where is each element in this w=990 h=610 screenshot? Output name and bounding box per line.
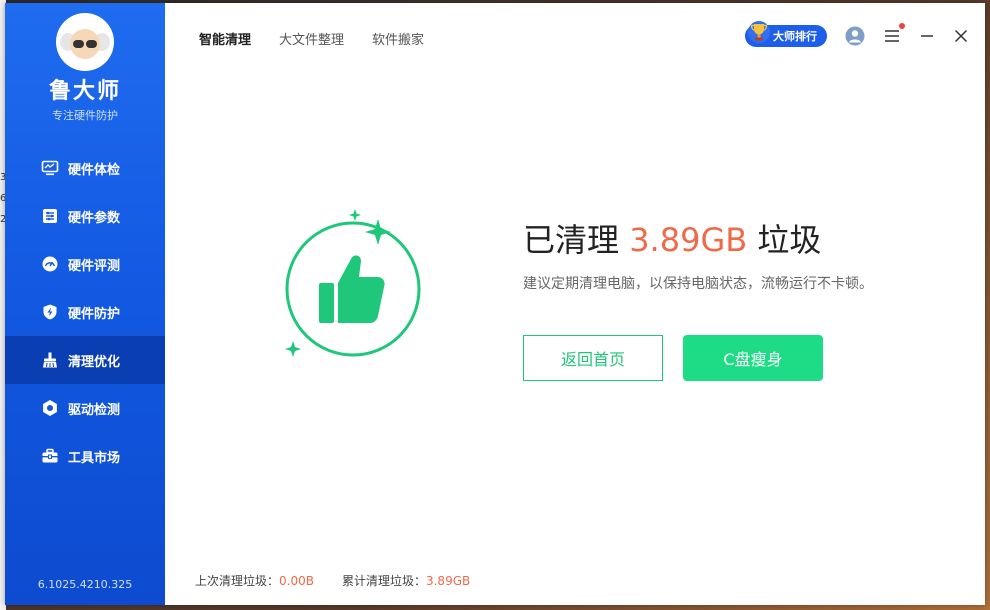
thumbs-up-icon: [285, 209, 421, 357]
result-title-suffix: 垃圾: [747, 221, 822, 259]
last-clean-stat: 上次清理垃圾：0.00B: [195, 572, 314, 589]
sidebar-item-hardware-params[interactable]: 硬件参数: [5, 192, 165, 240]
total-clean-label: 累计清理垃圾：: [341, 574, 426, 588]
result-title-prefix: 已清理: [523, 221, 630, 259]
sidebar-item-label: 硬件体检: [68, 162, 121, 178]
back-home-button[interactable]: 返回首页: [523, 335, 663, 381]
menu-icon[interactable]: [883, 23, 905, 45]
sidebar-nav: 硬件体检 硬件参数 硬件评测 硬件防护 清理优化 驱动检测 工具市场: [5, 144, 165, 480]
result-title: 已清理 3.89GB 垃圾: [523, 215, 873, 261]
sidebar-item-tool-market[interactable]: 工具市场: [5, 432, 165, 480]
shield-bolt-icon: [41, 303, 59, 321]
brand-subtitle: 专注硬件防护: [52, 109, 118, 122]
toolbox-icon: [41, 447, 59, 465]
sidebar-item-label: 硬件评测: [68, 258, 121, 274]
sidebar-item-hardware-check[interactable]: 硬件体检: [5, 144, 165, 192]
app-window: 鲁大师 专注硬件防护 硬件体检 硬件参数 硬件评测 硬件防护 清理优化 驱动检测…: [5, 3, 985, 605]
sidebar-item-hardware-benchmark[interactable]: 硬件评测: [5, 240, 165, 288]
last-clean-value: 0.00B: [279, 574, 314, 588]
version-text: 6.1025.4210.325: [37, 578, 133, 591]
sidebar-item-label: 驱动检测: [68, 402, 121, 418]
sidebar-item-driver-detect[interactable]: 驱动检测: [5, 384, 165, 432]
notification-dot: [899, 23, 905, 29]
last-clean-label: 上次清理垃圾：: [195, 574, 280, 588]
sidebar-item-hardware-protection[interactable]: 硬件防护: [5, 288, 165, 336]
sliders-icon: [41, 207, 59, 225]
footer-stats: 上次清理垃圾：0.00B 累计清理垃圾：3.89GB: [195, 572, 498, 589]
gear-icon: [41, 399, 59, 417]
brand: 鲁大师 专注硬件防护: [5, 13, 165, 123]
tab-bar: 智能清理 大文件整理 软件搬家: [199, 29, 452, 48]
total-clean-value: 3.89GB: [425, 574, 471, 588]
tab-software-move[interactable]: 软件搬家: [372, 29, 424, 48]
rank-button-label: 大师排行: [773, 30, 817, 43]
total-clean-stat: 累计清理垃圾：3.89GB: [342, 572, 470, 589]
close-icon[interactable]: [953, 28, 969, 44]
sidebar-item-label: 工具市场: [68, 450, 121, 466]
clean-result: 已清理 3.89GB 垃圾 建议定期清理电脑，以保持电脑状态，流畅运行不卡顿。 …: [523, 215, 873, 381]
trophy-icon: [748, 21, 770, 43]
sidebar: 鲁大师 专注硬件防护 硬件体检 硬件参数 硬件评测 硬件防护 清理优化 驱动检测…: [5, 3, 165, 605]
sidebar-item-clean-optimize[interactable]: 清理优化: [5, 336, 165, 384]
tab-large-files[interactable]: 大文件整理: [279, 29, 344, 48]
brand-name: 鲁大师: [48, 79, 121, 104]
sidebar-item-label: 清理优化: [68, 354, 121, 370]
sidebar-item-label: 硬件防护: [68, 306, 121, 322]
user-avatar-icon[interactable]: [845, 26, 865, 46]
main-panel: 智能清理 大文件整理 软件搬家 大师排行 已清理 3.89GB 垃圾 建议定期清…: [165, 3, 985, 605]
window-controls: 大师排行: [745, 21, 969, 47]
c-drive-slim-button[interactable]: C盘瘦身: [683, 335, 823, 381]
mascot-logo-icon: [56, 13, 114, 71]
result-actions: 返回首页 C盘瘦身: [523, 335, 873, 381]
broom-icon: [41, 351, 59, 369]
minimize-icon[interactable]: [919, 28, 935, 44]
monitor-icon: [41, 159, 59, 177]
cleaned-amount: 3.89GB: [629, 221, 748, 259]
result-description: 建议定期清理电脑，以保持电脑状态，流畅运行不卡顿。: [523, 276, 873, 292]
rank-button[interactable]: 大师排行: [745, 21, 827, 47]
sidebar-item-label: 硬件参数: [68, 210, 121, 226]
tab-smart-clean[interactable]: 智能清理: [199, 29, 251, 48]
speedometer-icon: [41, 255, 59, 273]
